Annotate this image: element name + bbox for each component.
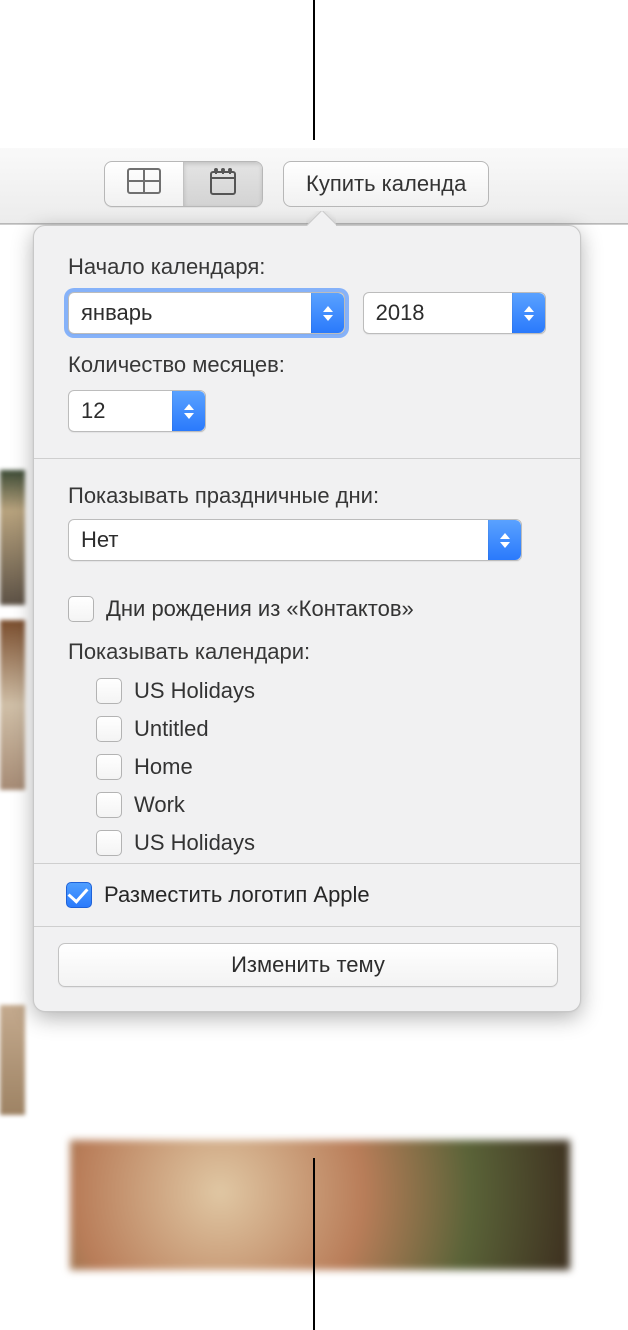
start-month-value: январь [81, 300, 152, 326]
start-year-value: 2018 [376, 300, 425, 326]
bg-photo [70, 1140, 570, 1270]
chevron-up-down-icon [488, 520, 521, 560]
apple-logo-label: Разместить логотип Apple [104, 882, 370, 908]
bg-photo [0, 620, 25, 790]
show-calendars-label: Показывать календари: [68, 639, 546, 665]
calendar-checkbox[interactable] [96, 830, 122, 856]
bg-photo [0, 470, 25, 605]
months-count-label: Количество месяцев: [68, 352, 546, 378]
birthdays-checkbox-row[interactable]: Дни рождения из «Контактов» [68, 593, 546, 625]
buy-calendar-label: Купить календа [306, 171, 466, 197]
callout-line-bottom [313, 1158, 315, 1330]
layout-view-button[interactable] [105, 162, 184, 206]
change-theme-button[interactable]: Изменить тему [58, 943, 558, 987]
calendar-settings-button[interactable] [184, 162, 262, 206]
calendar-list: US Holidays Untitled Home Work US Holida… [68, 675, 546, 859]
holidays-value: Нет [81, 527, 118, 553]
months-count-value: 12 [81, 398, 105, 424]
chevron-up-down-icon [512, 293, 545, 333]
calendar-row[interactable]: US Holidays [68, 675, 546, 707]
calendar-settings-popover: Начало календаря: январь 2018 Количество… [33, 225, 581, 1012]
calendar-row[interactable]: Home [68, 751, 546, 783]
calendar-checkbox[interactable] [96, 716, 122, 742]
apple-logo-checkbox[interactable] [66, 882, 92, 908]
calendar-row[interactable]: Untitled [68, 713, 546, 745]
calendar-checkbox[interactable] [96, 678, 122, 704]
buy-calendar-button[interactable]: Купить календа [283, 161, 489, 207]
calendar-checkbox[interactable] [96, 754, 122, 780]
section-apple-logo: Разместить логотип Apple [34, 864, 580, 926]
calendar-label: Home [134, 754, 193, 780]
calendar-label: Untitled [134, 716, 209, 742]
start-label: Начало календаря: [68, 254, 546, 280]
layout-grid-icon [127, 168, 161, 200]
start-month-popup[interactable]: январь [68, 292, 345, 334]
birthdays-checkbox[interactable] [68, 596, 94, 622]
holidays-label: Показывать праздничные дни: [68, 483, 546, 509]
start-year-popup[interactable]: 2018 [363, 292, 546, 334]
section-holidays: Показывать праздничные дни: Нет Дни рожд… [34, 459, 580, 863]
calendar-row[interactable]: US Holidays [68, 827, 546, 859]
calendar-label: Work [134, 792, 185, 818]
callout-line-top [313, 0, 315, 140]
calendar-notepad-icon [209, 166, 237, 202]
calendar-checkbox[interactable] [96, 792, 122, 818]
section-start: Начало календаря: январь 2018 Количество… [34, 226, 580, 458]
chevron-up-down-icon [172, 391, 205, 431]
calendar-label: US Holidays [134, 678, 255, 704]
view-segmented-control [104, 161, 263, 207]
chevron-up-down-icon [311, 293, 344, 333]
popover-arrow [306, 211, 336, 226]
holidays-popup[interactable]: Нет [68, 519, 522, 561]
calendar-row[interactable]: Work [68, 789, 546, 821]
bg-photo [0, 1005, 25, 1115]
change-theme-label: Изменить тему [231, 952, 385, 978]
section-footer: Изменить тему [34, 927, 580, 1011]
birthdays-label: Дни рождения из «Контактов» [106, 596, 414, 622]
months-count-popup[interactable]: 12 [68, 390, 206, 432]
calendar-label: US Holidays [134, 830, 255, 856]
